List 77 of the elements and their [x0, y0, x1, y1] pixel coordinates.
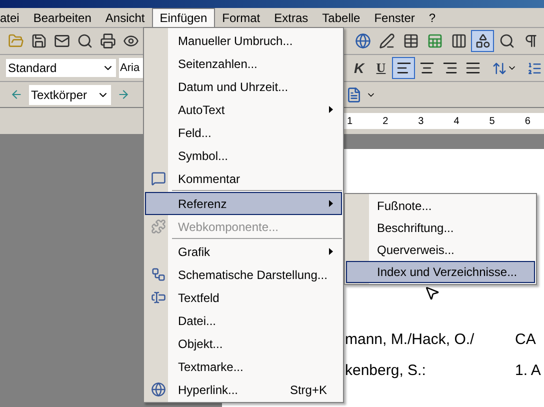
folder-icon: [8, 33, 24, 49]
submenu-item[interactable]: Beschriftung...: [346, 217, 535, 239]
align-left-button[interactable]: [392, 57, 415, 79]
menu-item[interactable]: Grafik: [145, 240, 342, 263]
menu-bar-item[interactable]: ?: [422, 8, 443, 28]
font-dropdown[interactable]: Aria: [119, 58, 143, 78]
submenu-item[interactable]: Querverweis...: [346, 239, 535, 261]
document-text: kenberg, S.:: [345, 360, 427, 380]
menu-item[interactable]: Kommentar: [145, 167, 342, 190]
document-text: mann, M./Hack, O./: [345, 330, 476, 350]
menu-bar-item[interactable]: Tabelle: [315, 8, 368, 28]
ruler-number: 2: [382, 114, 388, 128]
menu-bar-item[interactable]: atei: [0, 8, 26, 28]
numbered-list-icon[interactable]: [527, 60, 542, 76]
save-icon: [30, 33, 46, 49]
heading-style-value: Textkörper: [30, 86, 88, 104]
comment-icon: [150, 171, 166, 186]
ruler-number: 1: [347, 114, 353, 128]
shortcut-text: Strg+K: [290, 382, 328, 398]
submenu-item[interactable]: Index und Verzeichnisse...: [346, 261, 535, 283]
style-value: Standard: [7, 60, 58, 77]
menu-item[interactable]: Textfeld: [145, 286, 342, 309]
arrow-left-icon[interactable]: [10, 88, 23, 101]
arrow-right-icon[interactable]: [117, 88, 130, 101]
menu-bar-item[interactable]: Fenster: [367, 8, 422, 28]
menu-item[interactable]: Seitenzahlen...: [145, 52, 342, 75]
mouse-cursor-icon: [424, 285, 440, 301]
menu-item[interactable]: Datum und Uhrzeit...: [145, 75, 342, 98]
style-dropdown[interactable]: Standard: [5, 58, 117, 78]
menu-bar-item[interactable]: Ansicht: [98, 8, 152, 28]
underline-button[interactable]: U: [370, 57, 392, 79]
shapes-icon: [474, 33, 490, 49]
globe-icon: [354, 33, 370, 49]
spreadsheet-icon: [426, 33, 442, 49]
menu-bar-item[interactable]: Extras: [267, 8, 316, 28]
component-icon: [150, 219, 166, 234]
menu-item[interactable]: Hyperlink... Strg+K: [145, 378, 342, 401]
menu-item[interactable]: Feld...: [145, 121, 342, 144]
ruler-number: 4: [454, 114, 460, 128]
menu-bar-item[interactable]: Format: [215, 8, 268, 28]
submenu-item[interactable]: Fußnote...: [346, 195, 535, 217]
text-box-icon: [150, 290, 166, 305]
search-icon: [498, 33, 514, 49]
menu-item[interactable]: Manueller Umbruch...: [145, 29, 342, 52]
document-text: 1. A: [515, 360, 541, 380]
ruler-number: 6: [524, 114, 530, 128]
document-icon[interactable]: [346, 86, 362, 102]
menu-item[interactable]: Referenz: [145, 192, 342, 215]
line-spacing-icon[interactable]: [492, 60, 507, 76]
envelope-icon: [54, 33, 70, 49]
menu-item[interactable]: Symbol...: [145, 144, 342, 167]
menu-bar-item[interactable]: Bearbeiten: [26, 8, 98, 28]
menu-item[interactable]: Schematische Darstellung...: [145, 263, 342, 286]
diagram-icon: [150, 267, 166, 282]
align-right-icon: [442, 60, 458, 76]
document-text: CA: [515, 330, 536, 350]
pilcrow-icon: [522, 33, 538, 49]
ruler-number: 3: [418, 114, 424, 128]
preview-icon: [122, 33, 138, 49]
menu-item[interactable]: AutoText: [145, 98, 342, 121]
pencil-icon: [378, 33, 394, 49]
printer-icon: [100, 33, 116, 49]
align-justify-icon: [464, 60, 480, 76]
heading-style-dropdown[interactable]: Textkörper: [29, 84, 111, 104]
menu-bar-item[interactable]: Einfügen: [152, 8, 216, 28]
menu-item[interactable]: Textmarke...: [145, 355, 342, 378]
align-center-icon: [418, 60, 434, 76]
menu-item[interactable]: Datei...: [145, 309, 342, 332]
search-icon: [76, 33, 92, 49]
table-icon: [402, 33, 418, 49]
ruler-number: 5: [489, 114, 495, 128]
menu-item[interactable]: Objekt...: [145, 332, 342, 355]
align-left-icon: [396, 60, 412, 76]
globe-icon: [150, 382, 166, 397]
shapes-button[interactable]: [471, 30, 494, 52]
columns-icon: [450, 33, 466, 49]
italic-button[interactable]: K: [348, 57, 370, 79]
